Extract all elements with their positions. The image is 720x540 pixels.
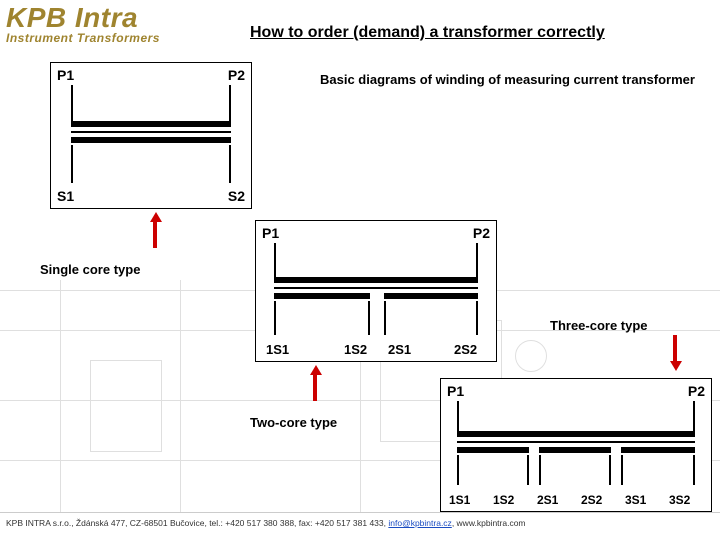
terminal-1s1: 1S1 — [449, 493, 470, 507]
footer-tel: +420 517 380 388 — [225, 518, 294, 528]
footer-web: www.kpbintra.com — [457, 518, 526, 528]
terminal-p1: P1 — [57, 67, 74, 83]
brand-logo: KPB Intra Instrument Transformers — [6, 4, 160, 44]
terminal-2s2: 2S2 — [581, 493, 602, 507]
terminal-p2: P2 — [228, 67, 245, 83]
terminal-p1: P1 — [447, 383, 464, 399]
footer: KPB INTRA s.r.o., Ždánská 477, CZ-68501 … — [0, 512, 720, 540]
terminal-2s1: 2S1 — [388, 342, 411, 357]
caption-two-core: Two-core type — [250, 415, 337, 430]
terminal-3s2: 3S2 — [669, 493, 690, 507]
terminal-3s1: 3S1 — [625, 493, 646, 507]
terminal-1s2: 1S2 — [493, 493, 514, 507]
terminal-s1: S1 — [57, 188, 74, 204]
footer-fax: +420 517 381 433 — [315, 518, 384, 528]
footer-tel-label: tel.: — [209, 518, 223, 528]
brand-tagline: Instrument Transformers — [6, 32, 160, 44]
section-heading: Basic diagrams of winding of measuring c… — [320, 72, 695, 87]
diagram-two-core: P1 P2 1S1 1S2 2S1 2S2 — [255, 220, 497, 362]
footer-fax-label: fax: — [299, 518, 313, 528]
terminal-s2: S2 — [228, 188, 245, 204]
footer-company: KPB INTRA s.r.o. — [6, 518, 71, 528]
footer-email-link[interactable]: info@kpbintra.cz — [388, 518, 451, 528]
diagram-single-core: P1 P2 S1 S2 — [50, 62, 252, 209]
caption-three-core: Three-core type — [550, 318, 648, 333]
footer-address: Ždánská 477, CZ-68501 Bučovice — [76, 518, 205, 528]
terminal-1s1: 1S1 — [266, 342, 289, 357]
arrow-two-core — [310, 365, 320, 401]
arrow-three-core — [670, 335, 680, 371]
terminal-1s2: 1S2 — [344, 342, 367, 357]
diagram-three-core: P1 P2 1S1 1S2 2S1 2S2 3S1 3S2 — [440, 378, 712, 512]
terminal-p1: P1 — [262, 225, 279, 241]
terminal-2s1: 2S1 — [537, 493, 558, 507]
brand-name: KPB Intra — [6, 4, 160, 32]
page-title: How to order (demand) a transformer corr… — [250, 24, 605, 42]
terminal-p2: P2 — [473, 225, 490, 241]
caption-single-core: Single core type — [40, 262, 140, 277]
arrow-single-core — [150, 212, 160, 248]
terminal-2s2: 2S2 — [454, 342, 477, 357]
terminal-p2: P2 — [688, 383, 705, 399]
